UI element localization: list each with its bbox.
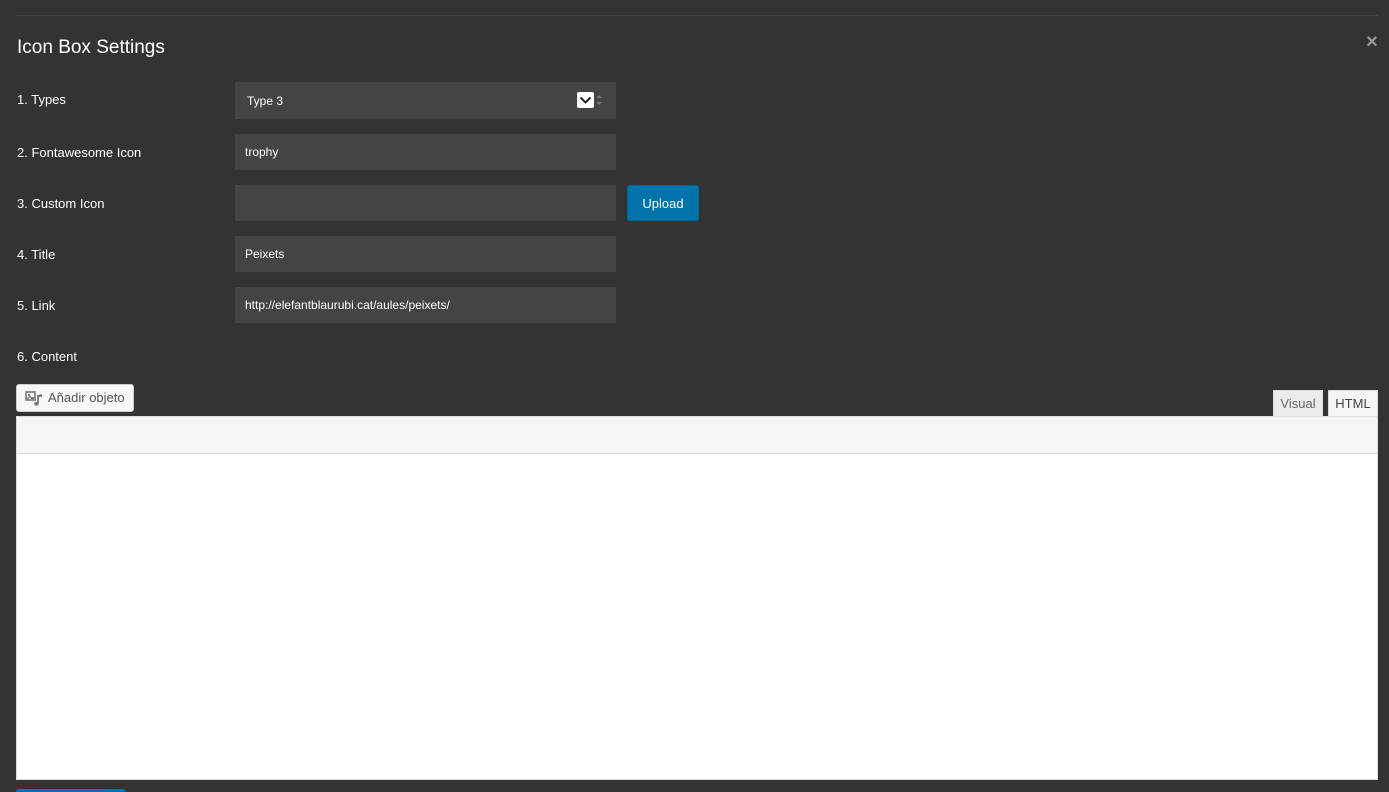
types-select[interactable]: Type 3 xyxy=(235,82,616,119)
link-input[interactable] xyxy=(235,287,616,323)
types-select-value: Type 3 xyxy=(247,94,284,108)
spinner-arrows-icon xyxy=(596,93,602,107)
chevron-down-icon[interactable] xyxy=(577,92,594,108)
custom-icon-input[interactable] xyxy=(235,185,616,221)
upload-button[interactable]: Upload xyxy=(627,185,699,221)
content-label: 6. Content xyxy=(17,349,77,364)
close-icon[interactable]: × xyxy=(1361,30,1383,54)
add-media-label: Añadir objeto xyxy=(48,390,125,405)
media-icon xyxy=(25,390,43,406)
fontawesome-icon-input[interactable] xyxy=(235,134,616,170)
add-media-button[interactable]: Añadir objeto xyxy=(16,384,134,412)
types-label: 1. Types xyxy=(17,92,66,107)
fontawesome-icon-label: 2. Fontawesome Icon xyxy=(17,145,142,160)
tab-html[interactable]: HTML xyxy=(1328,390,1378,416)
content-editor xyxy=(16,416,1378,780)
title-input[interactable] xyxy=(235,236,616,272)
editor-toolbar xyxy=(17,417,1377,454)
link-label: 5. Link xyxy=(17,298,56,313)
custom-icon-label: 3. Custom Icon xyxy=(17,196,105,211)
tab-visual[interactable]: Visual xyxy=(1273,390,1323,416)
title-label: 4. Title xyxy=(17,247,56,262)
header-divider xyxy=(16,15,1378,16)
dialog-title: Icon Box Settings xyxy=(17,37,165,58)
content-textarea[interactable] xyxy=(17,454,1377,779)
